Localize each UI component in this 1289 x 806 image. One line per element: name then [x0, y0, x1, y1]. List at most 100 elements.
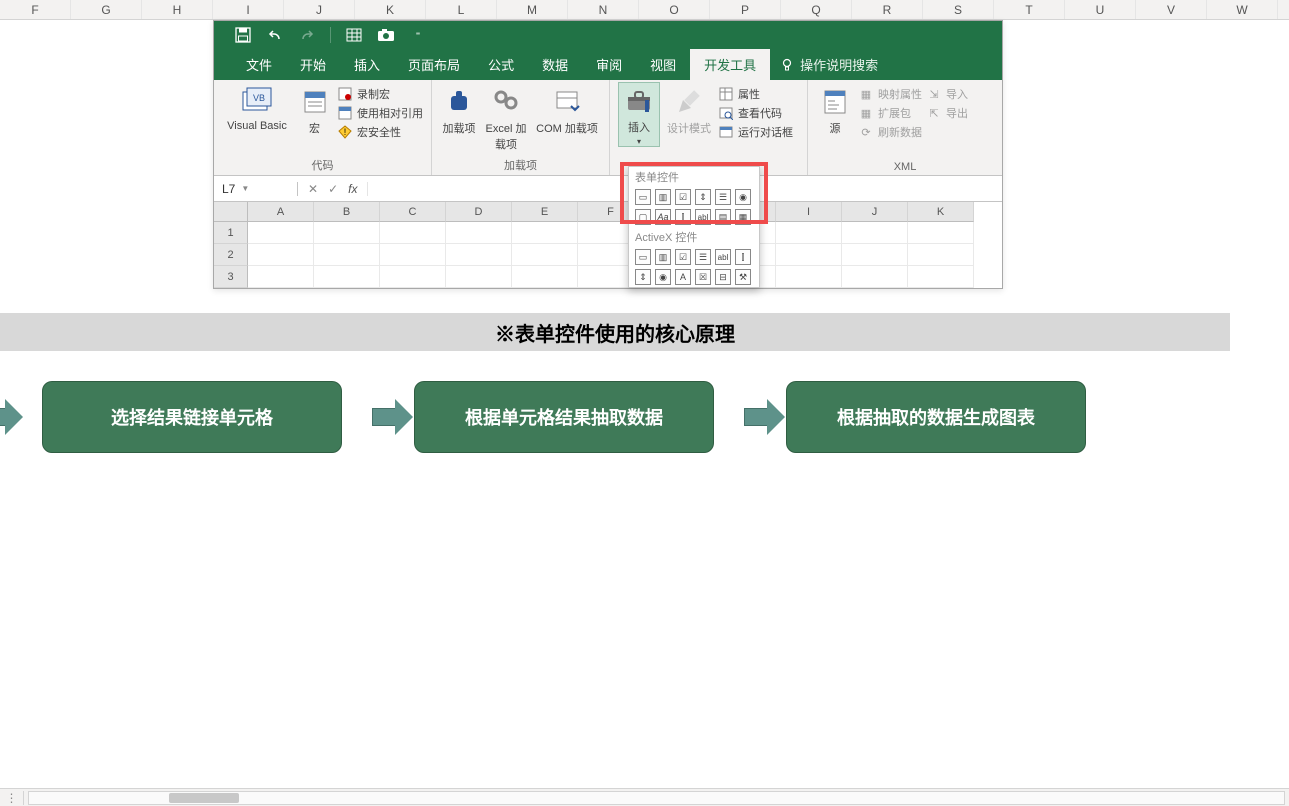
visual-basic-button[interactable]: VB Visual Basic — [222, 84, 292, 132]
tab-data[interactable]: 数据 — [528, 49, 582, 80]
tab-home[interactable]: 开始 — [286, 49, 340, 80]
redo-icon[interactable] — [298, 26, 316, 44]
col-header[interactable]: Q — [781, 0, 852, 19]
cell[interactable] — [842, 222, 908, 244]
col-header[interactable]: M — [497, 0, 568, 19]
excel-addins-button[interactable]: Excel 加载项 — [482, 84, 530, 152]
col-header[interactable]: U — [1065, 0, 1136, 19]
row-header[interactable]: 2 — [214, 244, 248, 266]
cell[interactable] — [908, 222, 974, 244]
sheet-nav-dots[interactable]: ⋮ — [0, 791, 24, 805]
scroll-thumb[interactable] — [169, 793, 239, 803]
tab-review[interactable]: 审阅 — [582, 49, 636, 80]
import-button[interactable]: ⇲导入 — [926, 86, 968, 102]
col-header[interactable]: E — [512, 202, 578, 222]
insert-controls-button[interactable]: 插入 ▾ — [618, 82, 660, 147]
cell[interactable] — [248, 222, 314, 244]
cell[interactable] — [776, 244, 842, 266]
ax-button-icon[interactable]: ▭ — [635, 249, 651, 265]
spinner-control-icon[interactable]: ⇕ — [695, 189, 711, 205]
ax-scrollbar-icon[interactable]: ⫿ — [735, 249, 751, 265]
ax-image-icon[interactable]: ☒ — [695, 269, 711, 285]
relative-references-button[interactable]: 使用相对引用 — [337, 105, 423, 121]
col-header[interactable]: F — [0, 0, 71, 19]
listbox-control-icon[interactable]: ☰ — [715, 189, 731, 205]
tab-pagelayout[interactable]: 页面布局 — [394, 49, 474, 80]
col-header[interactable]: I — [213, 0, 284, 19]
ax-checkbox-icon[interactable]: ☑ — [675, 249, 691, 265]
refresh-data-button[interactable]: ⟳刷新数据 — [858, 124, 922, 140]
textfield-control-icon[interactable]: abl — [695, 209, 711, 225]
col-header[interactable]: G — [71, 0, 142, 19]
col-header[interactable]: C — [380, 202, 446, 222]
ax-label-icon[interactable]: A — [675, 269, 691, 285]
combo-dropdown-control-icon[interactable]: ▦ — [735, 209, 751, 225]
checkbox-control-icon[interactable]: ☑ — [675, 189, 691, 205]
tab-insert[interactable]: 插入 — [340, 49, 394, 80]
cell[interactable] — [248, 266, 314, 288]
tell-me-search[interactable]: 操作说明搜索 — [780, 55, 878, 74]
cell[interactable] — [380, 222, 446, 244]
cell[interactable] — [314, 244, 380, 266]
col-header[interactable]: W — [1207, 0, 1278, 19]
col-header[interactable]: K — [908, 202, 974, 222]
tab-view[interactable]: 视图 — [636, 49, 690, 80]
combo-list-control-icon[interactable]: ▤ — [715, 209, 731, 225]
col-header[interactable]: A — [248, 202, 314, 222]
col-header[interactable]: L — [426, 0, 497, 19]
ax-combobox-icon[interactable]: ▥ — [655, 249, 671, 265]
col-header[interactable]: T — [994, 0, 1065, 19]
save-icon[interactable] — [234, 26, 252, 44]
qat-customize-icon[interactable]: ⁼ — [409, 26, 427, 44]
cell[interactable] — [512, 244, 578, 266]
addins-button[interactable]: 加载项 — [440, 84, 478, 136]
map-properties-button[interactable]: ▦映射属性 — [858, 86, 922, 102]
button-control-icon[interactable]: ▭ — [635, 189, 651, 205]
cell[interactable] — [908, 244, 974, 266]
cell[interactable] — [512, 266, 578, 288]
select-all-corner[interactable] — [214, 202, 248, 222]
cell[interactable] — [908, 266, 974, 288]
row-header[interactable]: 1 — [214, 222, 248, 244]
run-dialog-button[interactable]: 运行对话框 — [718, 124, 793, 140]
com-addins-button[interactable]: COM 加载项 — [534, 84, 600, 136]
col-header[interactable]: O — [639, 0, 710, 19]
ax-more-controls-icon[interactable]: ⚒ — [735, 269, 751, 285]
col-header[interactable]: I — [776, 202, 842, 222]
cell[interactable] — [446, 222, 512, 244]
cell[interactable] — [314, 266, 380, 288]
expansion-pack-button[interactable]: ▦扩展包 — [858, 105, 922, 121]
cell[interactable] — [842, 244, 908, 266]
col-header[interactable]: J — [284, 0, 355, 19]
fx-icon[interactable]: fx — [348, 182, 357, 196]
col-header[interactable]: P — [710, 0, 781, 19]
ax-textbox-icon[interactable]: abl — [715, 249, 731, 265]
cell[interactable] — [446, 266, 512, 288]
tab-formulas[interactable]: 公式 — [474, 49, 528, 80]
col-header[interactable]: D — [446, 202, 512, 222]
col-header[interactable]: K — [355, 0, 426, 19]
col-header[interactable]: N — [568, 0, 639, 19]
col-header[interactable]: R — [852, 0, 923, 19]
cell[interactable] — [446, 244, 512, 266]
col-header[interactable]: H — [142, 0, 213, 19]
ax-togglebutton-icon[interactable]: ⊟ — [715, 269, 731, 285]
table-icon[interactable] — [345, 26, 363, 44]
combobox-control-icon[interactable]: ▥ — [655, 189, 671, 205]
tab-file[interactable]: 文件 — [232, 49, 286, 80]
col-header[interactable]: S — [923, 0, 994, 19]
ax-spinner-icon[interactable]: ⇕ — [635, 269, 651, 285]
enter-icon[interactable]: ✓ — [328, 182, 338, 196]
cell[interactable] — [776, 266, 842, 288]
cell[interactable] — [314, 222, 380, 244]
tab-developer[interactable]: 开发工具 — [690, 49, 770, 80]
cell[interactable] — [380, 244, 446, 266]
undo-icon[interactable] — [266, 26, 284, 44]
export-button[interactable]: ⇱导出 — [926, 105, 968, 121]
col-header[interactable]: B — [314, 202, 380, 222]
camera-icon[interactable] — [377, 26, 395, 44]
ax-listbox-icon[interactable]: ☰ — [695, 249, 711, 265]
cell[interactable] — [512, 222, 578, 244]
cell[interactable] — [248, 244, 314, 266]
cell[interactable] — [380, 266, 446, 288]
